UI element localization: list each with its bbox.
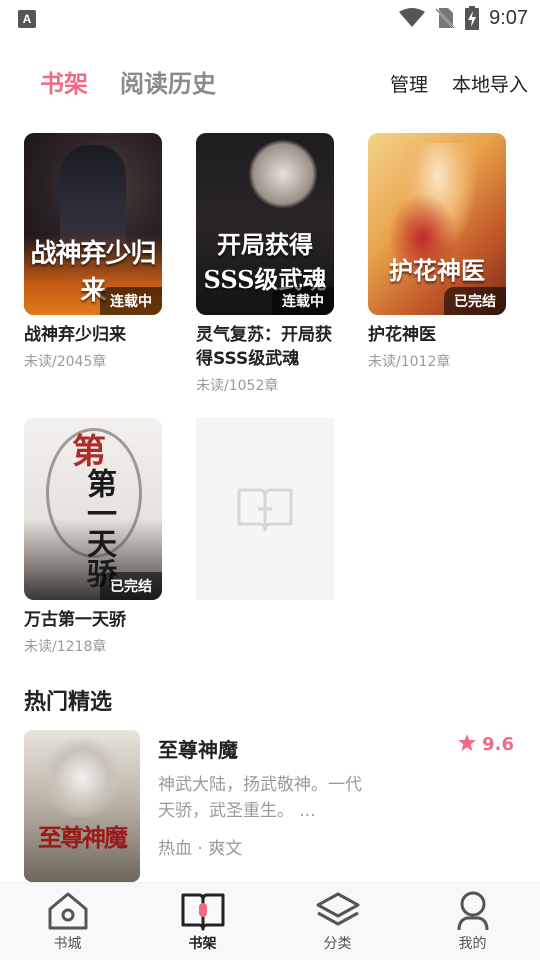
cover-figure [248,139,318,209]
hot-book-tags: 热血 · 爽文 [158,839,243,859]
nav-item-profile[interactable]: 我的 [405,883,540,960]
book-title: 万古第一天骄 [24,610,126,630]
nav-label: 分类 [323,936,352,952]
book-progress: 未读/1218章 [24,639,107,655]
top-tabs: 书架 阅读历史 [40,64,216,99]
nav-label: 我的 [458,936,487,952]
add-book-icon [237,488,293,532]
book-item[interactable]: 战神弃少归来 连载中 战神弃少归来 未读/2045章 [24,133,162,371]
nav-label: 书城 [53,936,82,952]
tab-reading-history[interactable]: 阅读历史 [120,64,216,99]
wifi-icon [399,8,426,27]
header-actions: 管理 本地导入 [390,70,528,97]
status-icons: 9:07 [399,4,528,32]
status-time: 9:07 [489,6,528,29]
cover-title: 第一天骄 [81,468,116,588]
hot-book-description: 神武大陆，扬武敬神。一代天骄，武圣重生。 ... [158,775,362,821]
status-bar: A 9:07 [0,0,540,36]
book-progress: 未读/1052章 [196,378,279,394]
status-badge: 连载中 [100,287,162,315]
tab-bookshelf[interactable]: 书架 [40,64,88,99]
book-progress: 未读/1012章 [368,354,451,370]
status-badge: 连载中 [272,287,334,315]
book-cover[interactable]: 第 第一天骄 已完结 [24,418,162,600]
profile-icon [450,889,496,933]
layers-icon [315,889,361,933]
hot-book-cover[interactable]: 至尊神魔 [24,730,140,882]
book-item[interactable]: 第 第一天骄 已完结 万古第一天骄 未读/1218章 [24,418,162,656]
status-badge: 已完结 [444,287,506,315]
home-icon [45,889,91,933]
no-sim-icon [435,8,455,29]
battery-charging-icon [465,6,480,30]
book-progress: 未读/2045章 [24,354,107,370]
cover-figure [60,145,126,245]
bookshelf-icon [180,889,226,933]
book-cover[interactable]: 开局获得SSS级武魂 连载中 [196,133,334,315]
rating: 9.6 [457,734,514,755]
cover-title: 护花神医 [389,256,485,285]
add-book-button[interactable] [196,418,334,600]
app-notification-icon: A [18,10,36,28]
nav-item-bookshelf[interactable]: 书架 [135,883,270,960]
add-book-slot[interactable] [196,418,334,600]
book-title: 护花神医 [368,325,436,345]
nav-item-category[interactable]: 分类 [270,883,405,960]
manage-button[interactable]: 管理 [390,70,428,97]
rating-value: 9.6 [482,734,514,755]
nav-label: 书架 [188,936,217,952]
book-item[interactable]: 开局获得SSS级武魂 连载中 灵气复苏：开局获得SSS级武魂 未读/1052章 [196,133,334,395]
book-item[interactable]: 护花神医 已完结 护花神医 未读/1012章 [368,133,506,371]
nav-item-bookstore[interactable]: 书城 [0,883,135,960]
book-title: 战神弃少归来 [24,325,126,345]
hot-book-item[interactable]: 至尊神魔 至尊神魔 9.6 神武大陆，扬武敬神。一代天骄，武圣重生。 ... 热… [24,730,524,882]
cover-mark: 第 [72,432,106,472]
hot-book-title: 至尊神魔 [158,738,238,762]
cover-title: 至尊神魔 [38,823,128,852]
cover-title: 开局获得SSS级武魂 [203,230,327,294]
star-icon [457,734,476,751]
status-badge: 已完结 [100,572,162,600]
bottom-nav: 书城 书架 分类 我的 [0,882,540,960]
hot-section-title: 热门精选 [24,690,113,715]
book-cover[interactable]: 战神弃少归来 连载中 [24,133,162,315]
local-import-button[interactable]: 本地导入 [452,70,528,97]
book-title: 灵气复苏：开局获得SSS级武魂 [196,325,332,369]
book-cover[interactable]: 护花神医 已完结 [368,133,506,315]
cover-figure [44,738,120,818]
